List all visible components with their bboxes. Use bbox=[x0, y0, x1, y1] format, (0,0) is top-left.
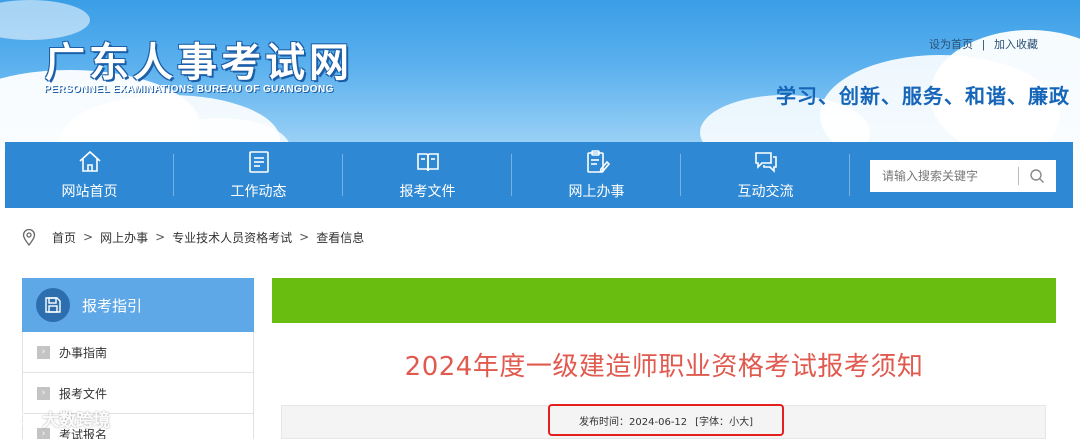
nav-item-label: 网上办事 bbox=[568, 184, 625, 200]
nav-item-label: 报考文件 bbox=[399, 184, 456, 200]
set-homepage-link[interactable]: 设为首页 bbox=[929, 39, 973, 51]
nav-item-exam-docs[interactable]: 报考文件 bbox=[343, 142, 512, 208]
sidebar-header: 报考指引 bbox=[22, 278, 254, 332]
breadcrumb-separator: > bbox=[299, 230, 310, 244]
nav-item-label: 网站首页 bbox=[61, 184, 118, 200]
floppy-disk-icon bbox=[36, 288, 70, 322]
publish-date: 发布时间：2024-06-12 bbox=[579, 416, 688, 428]
sidebar-title: 报考指引 bbox=[82, 296, 143, 315]
site-logo-title[interactable]: 广东人事考试网 bbox=[45, 30, 353, 88]
news-icon bbox=[248, 151, 269, 173]
site-slogan: 学习、创新、服务、和谐、廉政 bbox=[776, 84, 1070, 108]
search-icon bbox=[1030, 169, 1044, 183]
nav-item-online-service[interactable]: 网上办事 bbox=[512, 142, 681, 208]
font-large-button[interactable]: 大 bbox=[739, 417, 749, 428]
site-logo-subtitle: PERSONNEL EXAMINATIONS BUREAU OF GUANGDO… bbox=[44, 84, 334, 95]
watermark-logo-icon bbox=[8, 409, 38, 429]
article-title: 2024年度一级建造师职业资格考试报考须知 bbox=[404, 352, 924, 382]
font-size-control: [字体：小大] bbox=[695, 413, 753, 428]
sidebar-item-label: 报考文件 bbox=[59, 386, 108, 401]
sidebar-item-guide[interactable]: › 办事指南 bbox=[22, 332, 254, 373]
breadcrumb-separator: > bbox=[155, 230, 166, 244]
font-label: [字体： bbox=[695, 416, 730, 428]
top-links: 设为首页 | 加入收藏 bbox=[929, 36, 1038, 52]
font-label-close: ] bbox=[749, 416, 753, 428]
breadcrumb-home[interactable]: 首页 bbox=[52, 229, 76, 246]
breadcrumb-separator: > bbox=[83, 230, 94, 244]
site-header: 广东人事考试网 PERSONNEL EXAMINATIONS BUREAU OF… bbox=[0, 0, 1080, 150]
clipboard-edit-icon bbox=[586, 150, 610, 173]
watermark-text: 大数跨境 bbox=[42, 411, 110, 431]
home-icon bbox=[78, 150, 101, 172]
nav-item-label: 工作动态 bbox=[230, 184, 287, 200]
book-icon bbox=[416, 153, 439, 172]
nav-item-interaction[interactable]: 互动交流 bbox=[681, 142, 850, 208]
chat-icon bbox=[754, 152, 777, 173]
search-input[interactable] bbox=[870, 161, 1018, 191]
nav-item-work-news[interactable]: 工作动态 bbox=[174, 142, 343, 208]
nav-item-home[interactable]: 网站首页 bbox=[5, 142, 174, 208]
article-meta-highlight: 发布时间：2024-06-12 [字体：小大] bbox=[548, 404, 784, 436]
top-links-separator: | bbox=[982, 39, 985, 51]
add-favorite-link[interactable]: 加入收藏 bbox=[994, 39, 1038, 51]
breadcrumb-professional-exam[interactable]: 专业技术人员资格考试 bbox=[172, 229, 292, 246]
location-pin-icon bbox=[22, 228, 36, 246]
breadcrumb-current: 查看信息 bbox=[316, 230, 365, 245]
watermark: 大数跨境 bbox=[8, 406, 110, 431]
search-box bbox=[870, 160, 1056, 192]
sidebar-item-label: 办事指南 bbox=[59, 345, 108, 360]
chevron-right-icon: › bbox=[37, 345, 50, 359]
breadcrumb: 首页 > 网上办事 > 专业技术人员资格考试 > 查看信息 bbox=[22, 226, 366, 248]
nav-item-label: 互动交流 bbox=[737, 184, 794, 200]
content-header-bar bbox=[272, 278, 1056, 323]
search-button[interactable] bbox=[1019, 161, 1055, 191]
breadcrumb-online-service[interactable]: 网上办事 bbox=[100, 229, 148, 246]
main-nav: 网站首页 工作动态 报考文件 网上办事 互动交流 请输入搜索关键字 bbox=[5, 142, 1073, 208]
chevron-right-icon: › bbox=[37, 386, 50, 400]
font-small-button[interactable]: 小 bbox=[729, 417, 739, 428]
